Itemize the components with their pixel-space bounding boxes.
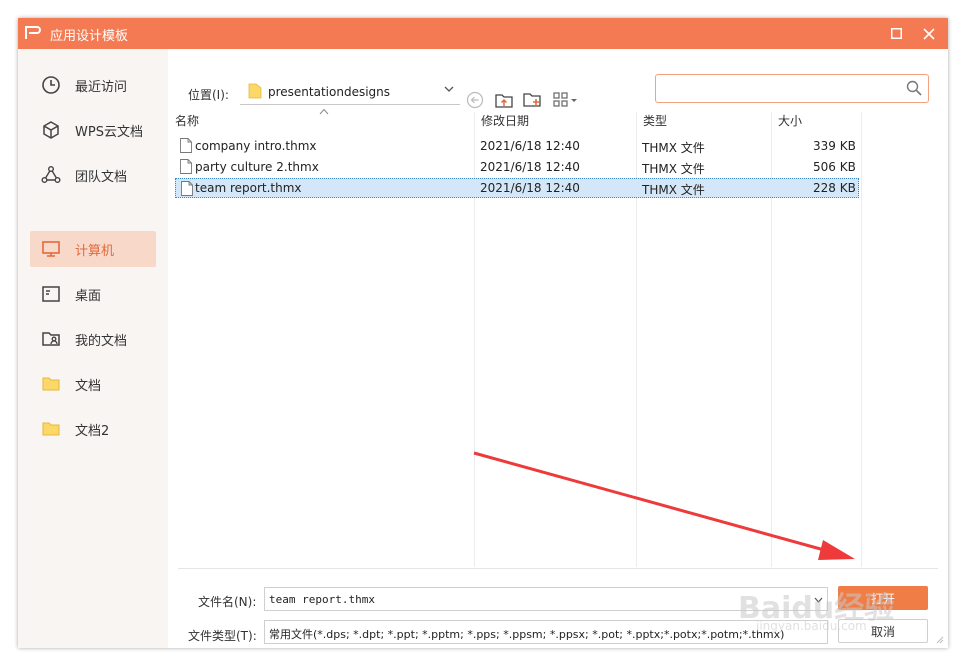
- file-icon: [181, 181, 193, 196]
- sidebar-item-label: 桌面: [75, 288, 102, 304]
- monitor-icon: [40, 238, 62, 260]
- sidebar-item-label: 我的文档: [75, 333, 128, 349]
- filetype-value: 常用文件(*.dps; *.dpt; *.ppt; *.pptm; *.pps;…: [269, 628, 785, 641]
- sidebar-item-desktop[interactable]: 桌面: [30, 276, 156, 312]
- main-pane: 位置(I): presentationdesigns 名称 修改日期 类型 大小: [168, 49, 948, 648]
- file-size: 228 KB: [813, 181, 856, 195]
- sidebar-item-documents[interactable]: 文档: [30, 366, 156, 402]
- sidebar-item-team-docs[interactable]: 团队文档: [30, 157, 156, 193]
- sidebar-item-computer[interactable]: 计算机: [30, 231, 156, 267]
- file-dialog: 应用设计模板 最近访问 WPS云文档 团队文档 计算机 桌面 我的文档 文档 文…: [18, 18, 948, 648]
- file-date: 2021/6/18 12:40: [480, 139, 580, 153]
- column-header-date[interactable]: 修改日期: [481, 112, 529, 134]
- cube-icon: [40, 119, 62, 141]
- team-icon: [40, 164, 62, 186]
- filetype-label: 文件类型(T):: [188, 629, 257, 643]
- sidebar-item-label: 文档: [75, 378, 102, 394]
- location-label: 位置(I):: [188, 88, 229, 102]
- close-button[interactable]: [914, 18, 944, 49]
- sidebar-item-documents-2[interactable]: 文档2: [30, 411, 156, 447]
- sidebar-item-label: 计算机: [75, 243, 115, 259]
- resize-grip-icon[interactable]: [934, 634, 944, 644]
- file-size: 339 KB: [813, 139, 856, 153]
- column-header-type[interactable]: 类型: [643, 112, 667, 134]
- sort-ascending-icon: [319, 108, 329, 115]
- cancel-button[interactable]: 取消: [838, 619, 928, 643]
- column-header-size[interactable]: 大小: [778, 112, 802, 134]
- column-header-name[interactable]: 名称: [175, 112, 199, 134]
- desktop-icon: [40, 283, 62, 305]
- wps-logo-icon: [25, 26, 41, 39]
- filename-field[interactable]: team report.thmx: [264, 587, 828, 611]
- file-list: 名称 修改日期 类型 大小 company intro.thmx 2021/6/…: [173, 108, 863, 567]
- filetype-select[interactable]: 常用文件(*.dps; *.dpt; *.ppt; *.pptm; *.pps;…: [264, 620, 828, 644]
- file-date: 2021/6/18 12:40: [480, 181, 580, 195]
- view-mode-button[interactable]: [551, 89, 581, 111]
- sidebar-item-my-documents[interactable]: 我的文档: [30, 321, 156, 357]
- file-row[interactable]: party culture 2.thmx 2021/6/18 12:40 THM…: [175, 157, 859, 177]
- sidebar-item-label: WPS云文档: [75, 124, 143, 140]
- filename-value: team report.thmx: [269, 593, 375, 606]
- sidebar: 最近访问 WPS云文档 团队文档 计算机 桌面 我的文档 文档 文档2: [18, 49, 168, 648]
- file-icon: [180, 138, 192, 153]
- new-folder-button[interactable]: [521, 89, 543, 111]
- back-button[interactable]: [464, 89, 486, 111]
- folder-icon: [40, 418, 62, 440]
- sidebar-item-recent[interactable]: 最近访问: [30, 67, 156, 103]
- maximize-icon: [890, 28, 902, 39]
- location-value: presentationdesigns: [268, 85, 391, 99]
- sidebar-item-label: 最近访问: [75, 79, 128, 95]
- up-folder-button[interactable]: [493, 89, 515, 111]
- chevron-down-icon: [444, 86, 454, 92]
- file-size: 506 KB: [813, 160, 856, 174]
- search-icon: [906, 80, 922, 96]
- maximize-button[interactable]: [881, 18, 911, 49]
- file-icon: [180, 159, 192, 174]
- clock-icon: [40, 74, 62, 96]
- divider: [178, 568, 938, 569]
- file-row[interactable]: company intro.thmx 2021/6/18 12:40 THMX …: [175, 136, 859, 156]
- column-divider[interactable]: [861, 112, 862, 567]
- file-type: THMX 文件: [642, 141, 705, 155]
- file-type: THMX 文件: [642, 183, 705, 197]
- folder-icon: [40, 373, 62, 395]
- file-name: company intro.thmx: [195, 139, 317, 153]
- file-type: THMX 文件: [642, 162, 705, 176]
- file-row-selected[interactable]: team report.thmx 2021/6/18 12:40 THMX 文件…: [175, 178, 859, 198]
- folder-icon: [248, 83, 262, 99]
- location-dropdown[interactable]: presentationdesigns: [240, 78, 460, 105]
- chevron-down-icon[interactable]: [814, 596, 823, 604]
- sidebar-item-label: 团队文档: [75, 169, 128, 185]
- open-button[interactable]: 打开: [838, 586, 928, 610]
- sidebar-item-wps-cloud[interactable]: WPS云文档: [30, 112, 156, 148]
- close-icon: [923, 27, 935, 40]
- up-folder-icon: [495, 94, 513, 108]
- file-date: 2021/6/18 12:40: [480, 160, 580, 174]
- window-title: 应用设计模板: [50, 29, 129, 44]
- title-bar: 应用设计模板: [18, 18, 948, 49]
- grid-view-icon: [553, 92, 577, 107]
- search-input[interactable]: [655, 74, 929, 103]
- back-icon: [466, 91, 484, 109]
- file-name: party culture 2.thmx: [195, 160, 319, 174]
- user-folder-icon: [40, 328, 62, 350]
- filename-label: 文件名(N):: [198, 595, 257, 609]
- file-name: team report.thmx: [195, 181, 302, 195]
- new-folder-icon: [523, 93, 541, 107]
- sidebar-item-label: 文档2: [75, 423, 110, 439]
